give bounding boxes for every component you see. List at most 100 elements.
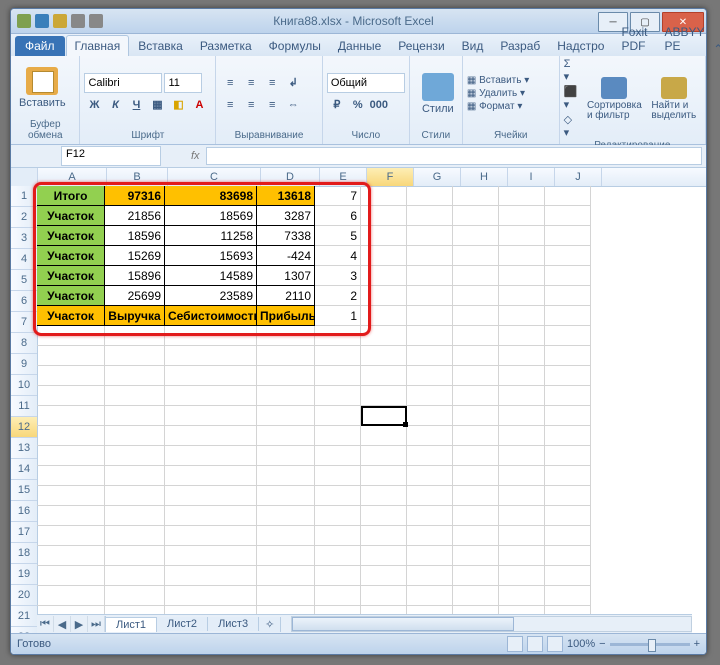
cell-C16[interactable] — [165, 486, 257, 506]
cell-G20[interactable] — [407, 566, 453, 586]
cell-H10[interactable] — [453, 366, 499, 386]
cell-B1[interactable]: 97316 — [105, 186, 165, 206]
cell-B20[interactable] — [105, 566, 165, 586]
row-header-7[interactable]: 7 — [11, 312, 37, 333]
cell-F7[interactable] — [361, 306, 407, 326]
cell-J13[interactable] — [545, 426, 591, 446]
cell-D21[interactable] — [257, 586, 315, 606]
cell-F2[interactable] — [361, 206, 407, 226]
cell-E11[interactable] — [315, 386, 361, 406]
cell-I4[interactable] — [499, 246, 545, 266]
tab-review[interactable]: Рецензи — [390, 36, 452, 56]
tab-view[interactable]: Вид — [454, 36, 492, 56]
cell-B14[interactable] — [105, 446, 165, 466]
cell-C1[interactable]: 83698 — [165, 186, 257, 206]
redo-icon[interactable] — [71, 14, 85, 28]
cell-E12[interactable] — [315, 406, 361, 426]
zoom-slider[interactable] — [610, 643, 690, 646]
row-header-21[interactable]: 21 — [11, 606, 37, 627]
cell-E14[interactable] — [315, 446, 361, 466]
cell-D20[interactable] — [257, 566, 315, 586]
cell-I9[interactable] — [499, 346, 545, 366]
cell-I17[interactable] — [499, 506, 545, 526]
cell-D3[interactable]: 7338 — [257, 226, 315, 246]
row-header-22[interactable]: 22 — [11, 627, 37, 633]
cell-grid[interactable]: Итого9731683698136187Участок №5218561856… — [37, 186, 706, 633]
cell-I19[interactable] — [499, 546, 545, 566]
cell-F20[interactable] — [361, 566, 407, 586]
row-header-9[interactable]: 9 — [11, 354, 37, 375]
cell-F19[interactable] — [361, 546, 407, 566]
cell-I14[interactable] — [499, 446, 545, 466]
cell-F8[interactable] — [361, 326, 407, 346]
cell-H19[interactable] — [453, 546, 499, 566]
cell-I6[interactable] — [499, 286, 545, 306]
cell-G2[interactable] — [407, 206, 453, 226]
align-bot-icon[interactable]: ≡ — [262, 73, 282, 93]
cell-E3[interactable]: 5 — [315, 226, 361, 246]
font-name-combo[interactable]: Calibri — [84, 73, 162, 93]
cell-D8[interactable] — [257, 326, 315, 346]
cell-D19[interactable] — [257, 546, 315, 566]
cell-E21[interactable] — [315, 586, 361, 606]
percent-icon[interactable]: % — [348, 95, 368, 115]
cell-A15[interactable] — [37, 466, 105, 486]
align-top-icon[interactable]: ≡ — [220, 73, 240, 93]
currency-icon[interactable]: ₽ — [327, 95, 347, 115]
cell-G13[interactable] — [407, 426, 453, 446]
row-header-4[interactable]: 4 — [11, 249, 37, 270]
cell-H13[interactable] — [453, 426, 499, 446]
cell-F9[interactable] — [361, 346, 407, 366]
cell-C15[interactable] — [165, 466, 257, 486]
cell-G12[interactable] — [407, 406, 453, 426]
row-header-6[interactable]: 6 — [11, 291, 37, 312]
cell-F3[interactable] — [361, 226, 407, 246]
cell-H21[interactable] — [453, 586, 499, 606]
cell-F6[interactable] — [361, 286, 407, 306]
merge-icon[interactable]: ⇔ — [283, 95, 303, 115]
cell-I13[interactable] — [499, 426, 545, 446]
cell-D4[interactable]: -424 — [257, 246, 315, 266]
cell-G21[interactable] — [407, 586, 453, 606]
minimize-ribbon-icon[interactable]: ⌃ — [713, 42, 720, 56]
cell-G4[interactable] — [407, 246, 453, 266]
cell-C12[interactable] — [165, 406, 257, 426]
col-header-F[interactable]: F — [367, 168, 414, 186]
cell-C7[interactable]: Себистоимость — [165, 306, 257, 326]
formula-bar[interactable] — [206, 147, 702, 165]
cell-E17[interactable] — [315, 506, 361, 526]
cell-H5[interactable] — [453, 266, 499, 286]
tab-addins[interactable]: Надстро — [549, 36, 612, 56]
cell-G7[interactable] — [407, 306, 453, 326]
cell-H20[interactable] — [453, 566, 499, 586]
col-header-I[interactable]: I — [508, 168, 555, 186]
row-header-1[interactable]: 1 — [11, 186, 37, 207]
insert-cells-button[interactable]: ▦ Вставить ▾ — [467, 75, 529, 86]
row-header-17[interactable]: 17 — [11, 522, 37, 543]
cell-E6[interactable]: 2 — [315, 286, 361, 306]
cell-C8[interactable] — [165, 326, 257, 346]
h-scroll-thumb[interactable] — [292, 617, 513, 631]
cell-I12[interactable] — [499, 406, 545, 426]
sheet-next-icon[interactable]: ▶ — [71, 616, 88, 632]
cell-D14[interactable] — [257, 446, 315, 466]
cell-H11[interactable] — [453, 386, 499, 406]
cell-F18[interactable] — [361, 526, 407, 546]
cell-D9[interactable] — [257, 346, 315, 366]
cell-C20[interactable] — [165, 566, 257, 586]
cell-D12[interactable] — [257, 406, 315, 426]
cell-I2[interactable] — [499, 206, 545, 226]
cell-C4[interactable]: 15693 — [165, 246, 257, 266]
cell-A1[interactable]: Итого — [37, 186, 105, 206]
row-header-8[interactable]: 8 — [11, 333, 37, 354]
cell-C9[interactable] — [165, 346, 257, 366]
cell-B21[interactable] — [105, 586, 165, 606]
cell-B3[interactable]: 18596 — [105, 226, 165, 246]
cell-J14[interactable] — [545, 446, 591, 466]
col-header-B[interactable]: B — [107, 168, 168, 186]
cell-D15[interactable] — [257, 466, 315, 486]
cell-G6[interactable] — [407, 286, 453, 306]
cell-B4[interactable]: 15269 — [105, 246, 165, 266]
cell-J20[interactable] — [545, 566, 591, 586]
autosum-button[interactable]: Σ ▾ — [564, 58, 578, 83]
